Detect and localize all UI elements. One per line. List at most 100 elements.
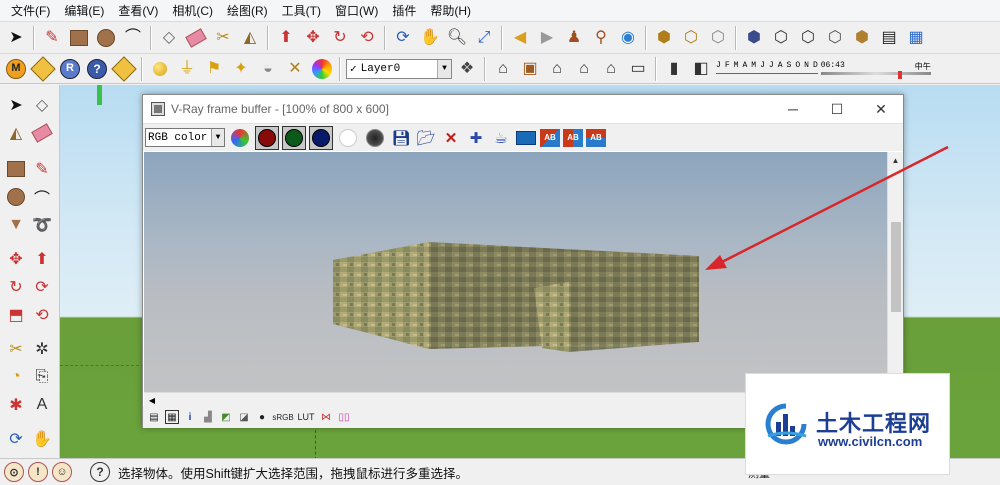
vray-options-icon[interactable]: M — [4, 57, 28, 81]
rect-light-icon[interactable]: ⏚ — [175, 57, 199, 81]
arc-icon[interactable]: ⌒ — [121, 26, 145, 50]
axes-icon[interactable]: ✱ — [4, 393, 28, 417]
credits-icon[interactable]: ! — [28, 462, 48, 482]
menu-file[interactable]: 文件(F) — [4, 0, 57, 22]
rectangle-icon[interactable] — [4, 157, 28, 181]
arc-icon[interactable]: ⌒ — [30, 185, 54, 209]
menu-draw[interactable]: 绘图(R) — [220, 0, 275, 22]
history-icon[interactable] — [515, 127, 537, 149]
time-slider[interactable]: 06:43 中午 — [820, 57, 931, 81]
xray-icon[interactable]: ⬢ — [742, 26, 766, 50]
vray-help-icon[interactable]: ? — [85, 57, 109, 81]
month-slider-track[interactable] — [716, 72, 818, 77]
dimension-icon[interactable]: ✲ — [30, 337, 54, 361]
alpha-channel-icon[interactable] — [336, 126, 360, 150]
eraser-icon[interactable] — [30, 121, 54, 145]
shadow-settings-icon[interactable]: ▮ — [662, 57, 686, 81]
menu-plugins[interactable]: 插件 — [385, 0, 423, 22]
levels-icon[interactable]: ▟ — [201, 410, 215, 424]
menu-view[interactable]: 查看(V) — [111, 0, 165, 22]
offset-icon[interactable]: ⟲ — [355, 26, 379, 50]
push-pull-icon[interactable]: ⬆ — [30, 247, 54, 271]
render-teapot-icon[interactable]: ☕︎ — [490, 127, 512, 149]
pan-icon[interactable]: ✋ — [30, 427, 54, 451]
wireframe-icon[interactable]: ⬡ — [769, 26, 793, 50]
make-component-icon[interactable]: ◇ — [30, 93, 54, 117]
offset-icon[interactable]: ⟲ — [30, 303, 54, 327]
geo-location-icon[interactable]: ⊙ — [4, 462, 24, 482]
select-arrow-icon[interactable]: ➤ — [4, 26, 28, 50]
zoom-icon[interactable]: 🔍︎ — [445, 26, 469, 50]
menu-edit[interactable]: 编辑(E) — [57, 0, 111, 22]
scale-icon[interactable]: ⬒ — [4, 303, 28, 327]
front-view-icon[interactable]: ⌂ — [545, 57, 569, 81]
push-pull-icon[interactable]: ⬆ — [274, 26, 298, 50]
chevron-down-icon[interactable]: ▼ — [211, 129, 224, 146]
monochrome-channel-icon[interactable] — [363, 126, 387, 150]
vray-render-icon[interactable]: R — [58, 57, 82, 81]
user-icon[interactable]: ☺ — [52, 462, 72, 482]
sphere-light-icon[interactable] — [148, 57, 172, 81]
get-models-icon[interactable]: ⬢ — [652, 26, 676, 50]
select-arrow-icon[interactable]: ➤ — [4, 93, 28, 117]
minimize-button[interactable]: ─ — [771, 95, 815, 123]
orbit-icon[interactable]: ⟳ — [4, 427, 28, 451]
paint-bucket-icon[interactable]: ◭ — [4, 121, 28, 145]
clamp-icon[interactable]: ⋈ — [319, 410, 333, 424]
ab-compare-icon[interactable]: AB — [540, 128, 560, 147]
position-camera-icon[interactable]: ♟ — [562, 26, 586, 50]
vertical-scrollbar-thumb[interactable] — [891, 222, 901, 312]
close-button[interactable]: ✕ — [859, 95, 903, 123]
left-view-icon[interactable]: ▭ — [626, 57, 650, 81]
omni-light-icon[interactable]: ✦ — [229, 57, 253, 81]
previous-view-icon[interactable]: ◀ — [508, 26, 532, 50]
polygon-icon[interactable]: ▼ — [4, 213, 28, 237]
track-mouse-icon[interactable]: ✚ — [465, 127, 487, 149]
vray-frame-buffer-icon[interactable] — [111, 55, 137, 82]
iso-view-icon[interactable]: ⌂ — [491, 57, 515, 81]
scroll-up-icon[interactable]: ▲ — [888, 152, 903, 168]
menu-help[interactable]: 帮助(H) — [423, 0, 478, 22]
paint-bucket-icon[interactable]: ◭ — [238, 26, 262, 50]
curves-icon[interactable]: ◩ — [219, 410, 233, 424]
hidden-line-icon[interactable]: ⬡ — [796, 26, 820, 50]
layer-dropdown[interactable]: ✓ Layer0 ▼ — [346, 58, 452, 79]
monochrome-icon[interactable]: ▤ — [877, 26, 901, 50]
3d-text-icon[interactable]: A — [30, 393, 54, 417]
rotate-icon[interactable]: ↻ — [4, 275, 28, 299]
rectangle-icon[interactable] — [67, 26, 91, 50]
pencil-icon[interactable]: ✎ — [30, 157, 54, 181]
look-around-icon[interactable]: ◉ — [616, 26, 640, 50]
shaded-icon[interactable]: ⬡ — [823, 26, 847, 50]
month-slider[interactable]: J F M A M J J A S O N D — [716, 57, 818, 81]
menu-tools[interactable]: 工具(T) — [275, 0, 328, 22]
ab-vertical-icon[interactable]: AB — [586, 128, 606, 147]
move-icon[interactable]: ✥ — [4, 247, 28, 271]
ies-light-icon[interactable]: ✕ — [283, 57, 307, 81]
move-icon[interactable]: ✥ — [301, 26, 325, 50]
display-correction-icon[interactable]: ▤ — [147, 410, 161, 424]
text-icon[interactable]: ⎘ — [30, 365, 54, 389]
maximize-button[interactable]: ☐ — [815, 95, 859, 123]
pencil-icon[interactable]: ✎ — [40, 26, 64, 50]
orbit-icon[interactable]: ⟳ — [391, 26, 415, 50]
green-channel-icon[interactable] — [282, 125, 306, 150]
pan-icon[interactable]: ✋ — [418, 26, 442, 50]
save-image-icon[interactable]: 💾︎ — [390, 127, 412, 149]
share-component-icon[interactable]: ⬡ — [706, 26, 730, 50]
channel-dropdown[interactable]: RGB color ▼ — [145, 128, 225, 147]
time-slider-track[interactable] — [820, 71, 931, 75]
vray-material-editor-icon[interactable] — [30, 55, 56, 82]
blue-channel-icon[interactable] — [309, 125, 333, 150]
shaded-textures-icon[interactable]: ⬢ — [850, 26, 874, 50]
dome-light-icon[interactable]: ◒ — [256, 57, 280, 81]
color-balance-icon[interactable]: ● — [255, 410, 269, 424]
tape-measure-icon[interactable]: ✂ — [4, 337, 28, 361]
render-image[interactable] — [144, 152, 887, 392]
back-view-icon[interactable]: ⌂ — [599, 57, 623, 81]
protractor-icon[interactable]: ◔ — [4, 365, 28, 389]
srgb-icon[interactable]: sRGB — [272, 410, 293, 424]
circle-icon[interactable] — [94, 26, 118, 50]
help-icon[interactable]: ? — [90, 462, 110, 482]
walk-icon[interactable]: ⚲ — [589, 26, 613, 50]
